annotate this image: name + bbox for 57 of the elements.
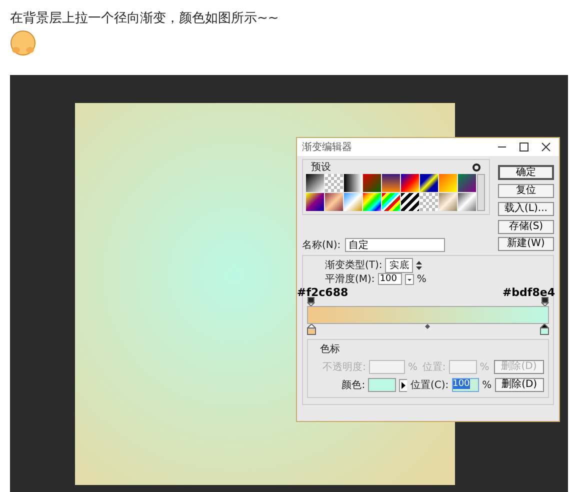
percent-label: % xyxy=(416,274,426,284)
new-button[interactable]: 新建(W) xyxy=(498,237,554,251)
percent-label: % xyxy=(480,362,490,372)
settings-icon[interactable] xyxy=(472,162,481,172)
post-text: 在背景层上拉一个径向渐变，颜色如图所示~~ xyxy=(9,10,280,27)
preset-swatch[interactable] xyxy=(458,174,476,192)
color-stop-icon[interactable] xyxy=(540,324,549,335)
hex-annotation: #bdf8e4 xyxy=(502,286,555,299)
dropdown-arrows-icon[interactable] xyxy=(416,260,422,270)
preset-swatch[interactable] xyxy=(325,193,343,211)
preset-swatch[interactable] xyxy=(382,193,400,211)
gradient-type-dropdown[interactable]: 实底 xyxy=(385,258,414,272)
smoothness-field[interactable]: 100 xyxy=(378,273,402,285)
position-field[interactable]: 100 xyxy=(452,378,480,392)
dialog-button[interactable]: 确定 xyxy=(498,165,554,180)
preset-swatch[interactable] xyxy=(325,174,343,192)
preset-swatch[interactable] xyxy=(344,174,362,192)
smoothness-label: 平滑度(M): xyxy=(325,272,375,286)
preset-swatch[interactable] xyxy=(306,174,324,192)
preset-swatch[interactable] xyxy=(458,193,476,211)
preset-swatch[interactable] xyxy=(420,193,438,211)
preset-swatch[interactable] xyxy=(363,193,381,211)
play-arrow-icon[interactable] xyxy=(398,378,408,392)
position-label: 位置: xyxy=(422,360,446,374)
opacity-label: 不透明度: xyxy=(322,360,366,374)
percent-label: % xyxy=(408,362,418,372)
preset-swatch[interactable] xyxy=(363,174,381,192)
close-icon[interactable] xyxy=(541,142,551,152)
opacity-stop-icon[interactable] xyxy=(307,297,315,306)
preset-swatch[interactable] xyxy=(439,174,457,192)
maximize-icon[interactable] xyxy=(519,142,529,152)
opacity-stop-icon[interactable] xyxy=(541,297,549,306)
dialog-button[interactable]: 复位 xyxy=(498,184,554,198)
presets-label: 预设 xyxy=(311,161,331,174)
scrollbar[interactable] xyxy=(477,174,485,211)
preset-swatch[interactable] xyxy=(420,174,438,192)
color-stop-icon[interactable] xyxy=(307,324,316,335)
dialog-button[interactable]: 存储(S) xyxy=(498,220,554,234)
preset-swatch[interactable] xyxy=(306,193,324,211)
name-label: 名称(N): xyxy=(302,239,341,252)
position-label: 位置(C): xyxy=(410,378,449,392)
name-field[interactable]: 自定 xyxy=(344,238,445,252)
gradient-type-label: 渐变类型(T): xyxy=(325,258,382,272)
color-stops-label: 色标 xyxy=(319,342,340,356)
delete-button[interactable]: 删除(D) xyxy=(494,378,544,392)
preset-swatch[interactable] xyxy=(401,193,419,211)
dialog-button[interactable]: 载入(L)... xyxy=(498,202,554,216)
percent-label: % xyxy=(482,380,492,390)
preset-swatch[interactable] xyxy=(401,174,419,192)
preset-swatch[interactable] xyxy=(382,174,400,192)
preset-swatch[interactable] xyxy=(344,193,362,211)
preset-swatch[interactable] xyxy=(439,193,457,211)
window-title: 渐变编辑器 xyxy=(302,140,353,154)
color-label: 颜色: xyxy=(340,378,366,392)
color-swatch[interactable] xyxy=(368,378,396,392)
hex-annotation: #f2c688 xyxy=(297,286,348,299)
emoji-icon xyxy=(10,30,36,56)
